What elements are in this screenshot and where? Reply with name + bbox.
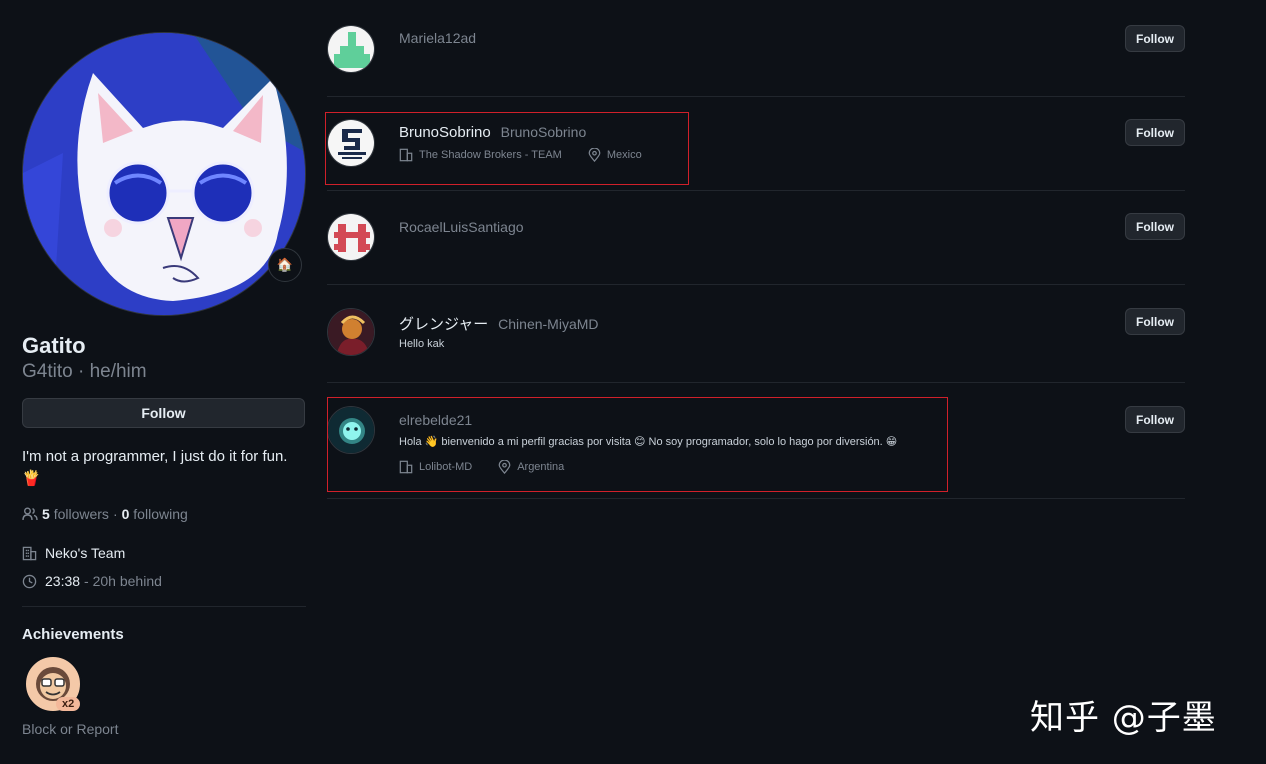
user-avatar[interactable] bbox=[327, 308, 375, 356]
user-display-name[interactable]: グレンジャー bbox=[399, 316, 488, 333]
location-icon bbox=[498, 460, 511, 474]
user-name-line[interactable]: Mariela12ad bbox=[399, 30, 476, 46]
profile-avatar[interactable] bbox=[22, 32, 306, 316]
identicon-green bbox=[328, 26, 374, 72]
user-location: Mexico bbox=[606, 149, 642, 161]
cat-avatar-illustration bbox=[23, 33, 305, 315]
user-name-line[interactable]: BrunoSobrino BrunoSobrino bbox=[399, 124, 586, 141]
follow-button[interactable]: Follow bbox=[1125, 308, 1185, 335]
follow-button[interactable]: Follow bbox=[1125, 213, 1185, 240]
profile-login-pronouns: G4tito · he/him bbox=[22, 361, 147, 382]
organization-name: Neko's Team bbox=[45, 545, 126, 561]
stats-separator: · bbox=[112, 506, 118, 522]
row-divider bbox=[327, 96, 1185, 97]
user-display-name[interactable]: BrunoSobrino bbox=[399, 124, 491, 141]
people-icon bbox=[22, 507, 38, 521]
following-link[interactable]: 0 following bbox=[122, 506, 188, 522]
bruno-logo-avatar bbox=[328, 120, 374, 166]
status-emoji-button[interactable]: 🏠 bbox=[268, 248, 302, 282]
row-divider bbox=[327, 190, 1185, 191]
local-time: 23:38 bbox=[45, 573, 81, 589]
user-company: The Shadow Brokers - TEAM bbox=[419, 149, 562, 161]
user-login[interactable]: RocaelLuisSantiago bbox=[399, 219, 524, 235]
local-time-line: 23:38 - 20h behind bbox=[22, 573, 162, 589]
user-login[interactable]: Chinen-MiyaMD bbox=[498, 316, 598, 332]
profile-avatar-container: 🏠 bbox=[22, 32, 306, 316]
clock-icon bbox=[22, 574, 37, 588]
sidebar-divider bbox=[22, 606, 306, 607]
profile-bio-text: I'm not a programmer, I just do it for f… bbox=[22, 448, 288, 465]
zhihu-watermark: 知乎 @子墨 bbox=[1030, 698, 1217, 738]
user-avatar[interactable] bbox=[327, 213, 375, 261]
user-meta: Lolibot-MD Argentina bbox=[399, 460, 564, 474]
block-or-report-link[interactable]: Block or Report bbox=[22, 721, 118, 737]
user-avatar[interactable] bbox=[327, 119, 375, 167]
achievement-count-badge: x2 bbox=[56, 697, 81, 711]
follow-button[interactable]: Follow bbox=[1125, 25, 1185, 52]
user-login[interactable]: elrebelde21 bbox=[399, 412, 472, 428]
user-bio: Hola 👋 bienvenido a mi perfil gracias po… bbox=[399, 436, 898, 448]
time-behind: - 20h behind bbox=[84, 573, 162, 589]
user-meta: The Shadow Brokers - TEAM Mexico bbox=[399, 148, 642, 162]
followers-link[interactable]: 5 followers bbox=[42, 506, 109, 522]
house-icon: 🏠 bbox=[276, 257, 294, 272]
profile-follow-button[interactable]: Follow bbox=[22, 398, 305, 428]
user-login[interactable]: Mariela12ad bbox=[399, 30, 476, 46]
user-login[interactable]: BrunoSobrino bbox=[501, 124, 587, 140]
building-icon bbox=[399, 460, 413, 474]
follow-stats: 5 followers · 0 following bbox=[22, 506, 188, 522]
user-company: Lolibot-MD bbox=[419, 461, 473, 473]
row-divider bbox=[327, 382, 1185, 383]
building-icon bbox=[399, 148, 413, 162]
user-name-line[interactable]: グレンジャー Chinen-MiyaMD bbox=[399, 313, 599, 334]
profile-name: Gatito bbox=[22, 333, 86, 358]
user-avatar[interactable] bbox=[327, 406, 375, 454]
user-location: Argentina bbox=[517, 461, 565, 473]
identicon-red bbox=[328, 214, 374, 260]
building-icon bbox=[22, 546, 37, 560]
anime-avatar bbox=[328, 309, 374, 355]
follow-button[interactable]: Follow bbox=[1125, 119, 1185, 146]
user-avatar[interactable] bbox=[327, 25, 375, 73]
organization-line: Neko's Team bbox=[22, 545, 125, 561]
row-divider bbox=[327, 284, 1185, 285]
location-icon bbox=[588, 148, 601, 162]
achievements-title: Achievements bbox=[22, 626, 124, 643]
user-bio: Hello kak bbox=[399, 338, 445, 350]
user-name-line[interactable]: RocaelLuisSantiago bbox=[399, 219, 524, 235]
row-divider bbox=[327, 498, 1185, 499]
user-name-line[interactable]: elrebelde21 bbox=[399, 412, 472, 428]
glowing-creature-avatar bbox=[328, 407, 374, 453]
profile-bio: I'm not a programmer, I just do it for f… bbox=[22, 446, 306, 490]
fries-emoji: 🍟 bbox=[22, 470, 41, 487]
follow-button[interactable]: Follow bbox=[1125, 406, 1185, 433]
